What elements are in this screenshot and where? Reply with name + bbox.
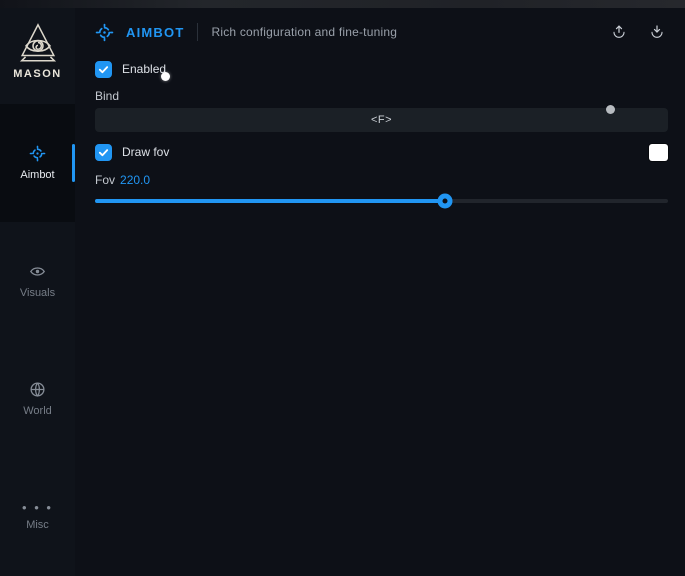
fov-label: Fov [95, 173, 115, 187]
cursor-dot [161, 72, 170, 81]
bind-value: <F> [371, 114, 392, 126]
eye-icon [29, 263, 46, 280]
fov-color-swatch[interactable] [649, 144, 668, 161]
download-config-button[interactable] [646, 21, 668, 43]
check-icon [98, 147, 109, 158]
fov-label-row: Fov 220.0 [95, 173, 668, 187]
enabled-checkbox[interactable] [95, 61, 112, 78]
sidebar-item-label: Visuals [20, 287, 55, 299]
enabled-label: Enabled [122, 62, 166, 76]
fov-slider-fill [95, 199, 445, 203]
upload-icon [611, 24, 627, 40]
fov-value: 220.0 [120, 173, 150, 187]
fov-slider-handle[interactable] [438, 194, 453, 209]
brand-logo: MASON [0, 8, 75, 104]
check-icon [98, 64, 109, 75]
globe-icon [29, 381, 46, 398]
draw-fov-row: Draw fov [95, 142, 668, 162]
cursor-dot [606, 105, 615, 114]
sidebar-item-label: World [23, 405, 52, 417]
crosshair-icon [95, 23, 114, 42]
brand-name: MASON [13, 68, 61, 80]
panel-header: AIMBOT Rich configuration and fine-tunin… [95, 12, 668, 52]
sidebar-item-aimbot[interactable]: Aimbot [0, 104, 75, 222]
download-icon [649, 24, 665, 40]
bind-label: Bind [95, 89, 668, 103]
header-actions [608, 21, 668, 43]
fov-slider-track[interactable] [95, 199, 668, 203]
sidebar-item-label: Aimbot [20, 169, 54, 181]
bind-input[interactable]: <F> [95, 108, 668, 132]
sidebar-item-label: Misc [26, 519, 49, 531]
upload-config-button[interactable] [608, 21, 630, 43]
draw-fov-label: Draw fov [122, 145, 169, 159]
crosshair-icon [29, 145, 46, 162]
header-divider [197, 23, 198, 41]
sidebar: MASON Aimbot Visuals World • • • Misc [0, 8, 75, 576]
aimbot-panel: AIMBOT Rich configuration and fine-tunin… [75, 8, 685, 576]
fov-slider[interactable] [95, 193, 668, 209]
sidebar-item-world[interactable]: World [0, 340, 75, 458]
enabled-row: Enabled [95, 57, 668, 81]
page-subtitle: Rich configuration and fine-tuning [211, 25, 397, 39]
window-top-strip [0, 0, 685, 8]
draw-fov-checkbox[interactable] [95, 144, 112, 161]
page-title: AIMBOT [126, 25, 184, 40]
sidebar-item-misc[interactable]: • • • Misc [0, 458, 75, 576]
sidebar-item-visuals[interactable]: Visuals [0, 222, 75, 340]
ellipsis-icon: • • • [22, 504, 53, 512]
mason-eye-pyramid-icon [15, 20, 61, 66]
